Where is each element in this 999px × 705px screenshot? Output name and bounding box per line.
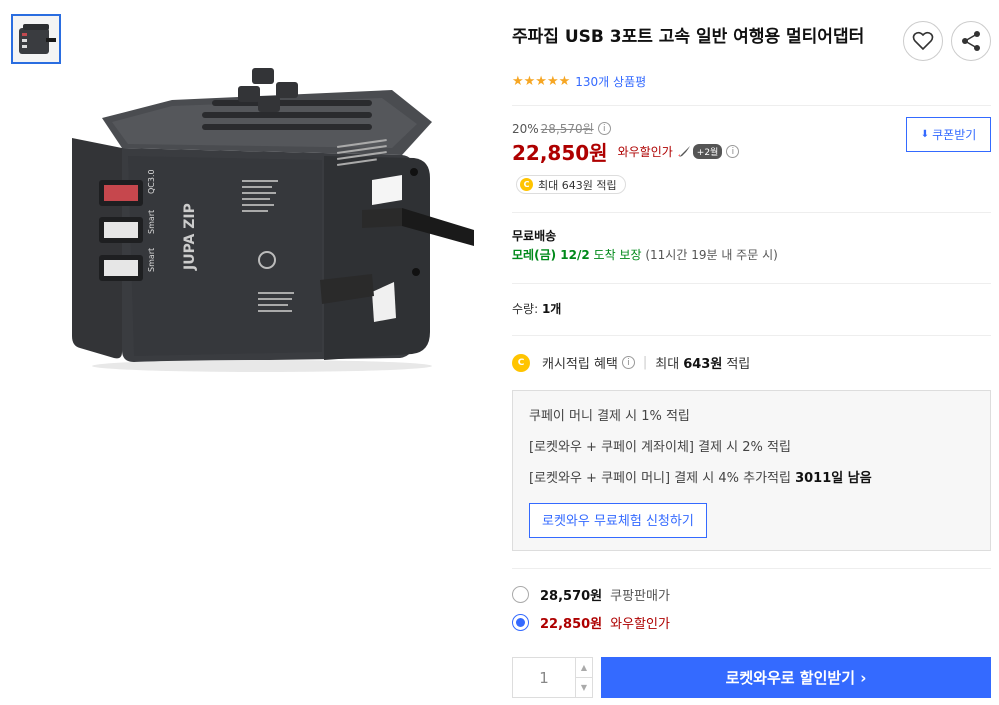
share-icon [962,31,980,51]
decrease-quantity-button[interactable]: ▼ [576,678,592,697]
benefit-line-2: [로켓와우 + 쿠페이 계좌이체] 결제 시 2% 적립 [529,440,791,455]
divider [512,568,991,569]
sale-price-row: 22,850원 와우할인가 +2월 i [512,137,740,166]
review-count-link[interactable]: 130개 상품평 [575,73,646,90]
radio-wow-price[interactable] [512,614,529,631]
cash-benefit-amount: 643원 [683,357,723,372]
product-thumbnail[interactable] [11,14,61,64]
discount-row: 20% 28,570원 i [512,120,611,137]
divider [512,335,991,336]
info-icon[interactable]: i [726,145,740,158]
cash-benefit-box: 쿠페이 머니 결제 시 1% 적립 [로켓와우 + 쿠페이 계좌이체] 결제 시… [512,390,991,551]
port-label-qc: QC3.0 [147,169,156,194]
cash-benefit-row: C 캐시적립 혜택 i | 최대 643원 적립 [512,353,750,372]
quantity-input[interactable] [513,658,575,697]
option-price: 28,570원 [540,589,603,604]
rocket-wow-trial-button[interactable]: 로켓와우 무료체험 신청하기 [529,503,707,538]
wow-price-label: 와우할인가 [617,145,673,159]
brand-logo-text: JUPA ZIP [182,203,198,271]
delivery-guarantee: 도착 보장 [593,248,642,262]
product-page: QC3.0 Smart Smart JUPA ZIP 주파집 USB 3포트 고… [0,0,999,705]
option-price: 22,850원 [540,617,603,632]
star-rating-icon: ★★★★★ [512,74,571,89]
benefit-days-left: 3011일 남음 [795,471,872,486]
radio-regular-price[interactable] [512,586,529,603]
quantity-row: 수량: 1개 [512,300,561,317]
benefit-line-3: [로켓와우 + 쿠페이 머니] 결제 시 4% 추가적립 3011일 남음 [529,470,974,488]
share-button[interactable] [951,21,991,61]
quantity-label: 수량: [512,302,539,316]
cash-benefit-max: 최대 [655,357,680,372]
heart-icon [912,31,934,51]
cash-coin-icon: C [512,353,530,372]
option-label: 와우할인가 [610,617,670,632]
delivery-date: 모레(금) 12/2 [512,248,590,262]
rating-row: ★★★★★ 130개 상품평 [512,73,646,90]
travel-adapter-illustration: QC3.0 Smart Smart JUPA ZIP [72,68,474,372]
download-icon: ⬇ [920,129,930,140]
coupon-button-label: 쿠폰받기 [932,128,977,142]
sale-price: 22,850원 [512,141,608,165]
rocket-icon [677,145,690,157]
delivery-note: (11시간 19분 내 주문 시) [645,248,778,262]
price-option-regular[interactable]: 28,570원 쿠팡판매가 [512,585,670,604]
divider [512,212,991,213]
coupon-download-button[interactable]: ⬇ 쿠폰받기 [906,117,991,152]
cash-coin-icon: C [520,178,533,191]
quantity-value: 1개 [541,302,562,316]
original-price: 28,570원 [540,122,594,136]
wow-badge-pill: +2월 [692,144,723,159]
cash-benefit-suffix: 적립 [726,357,751,372]
rocket-wow-buy-button[interactable]: 로켓와우로 할인받기 › [601,657,991,698]
benefit-line-3-text: [로켓와우 + 쿠페이 머니] 결제 시 4% 추가적립 [529,471,791,486]
port-label-smart-2: Smart [147,248,156,272]
cash-reward-chip: C 최대 643원 적립 [516,175,626,194]
price-option-wow[interactable]: 22,850원 와우할인가 [512,613,670,632]
benefit-line-1: 쿠페이 머니 결제 시 1% 적립 [529,409,690,424]
adapter-thumbnail-image [19,24,56,54]
shipping-title: 무료배송 [512,229,557,243]
cash-benefit-label: 캐시적립 혜택 [542,357,618,372]
divider [512,283,991,284]
rocket-wow-badge: +2월 [677,144,723,159]
cash-chip-label: 최대 643원 적립 [538,178,617,192]
shipping-info: 모레(금) 12/2 도착 보장 (11시간 19분 내 주문 시) [512,246,778,263]
product-main-image: QC3.0 Smart Smart JUPA ZIP [62,60,482,380]
info-icon[interactable]: i [621,356,635,369]
discount-rate: 20% [512,121,539,136]
increase-quantity-button[interactable]: ▲ [576,658,592,678]
quantity-steps: ▲ ▼ [575,658,592,697]
divider [512,105,991,106]
separator: | [642,355,648,370]
info-icon[interactable]: i [597,122,611,135]
option-label: 쿠팡판매가 [610,589,670,604]
port-label-smart-1: Smart [147,210,156,234]
product-title: 주파집 USB 3포트 고속 일반 여행용 멀티어댑터 [512,27,865,47]
favorite-button[interactable] [903,21,943,61]
quantity-stepper: ▲ ▼ [512,657,593,698]
